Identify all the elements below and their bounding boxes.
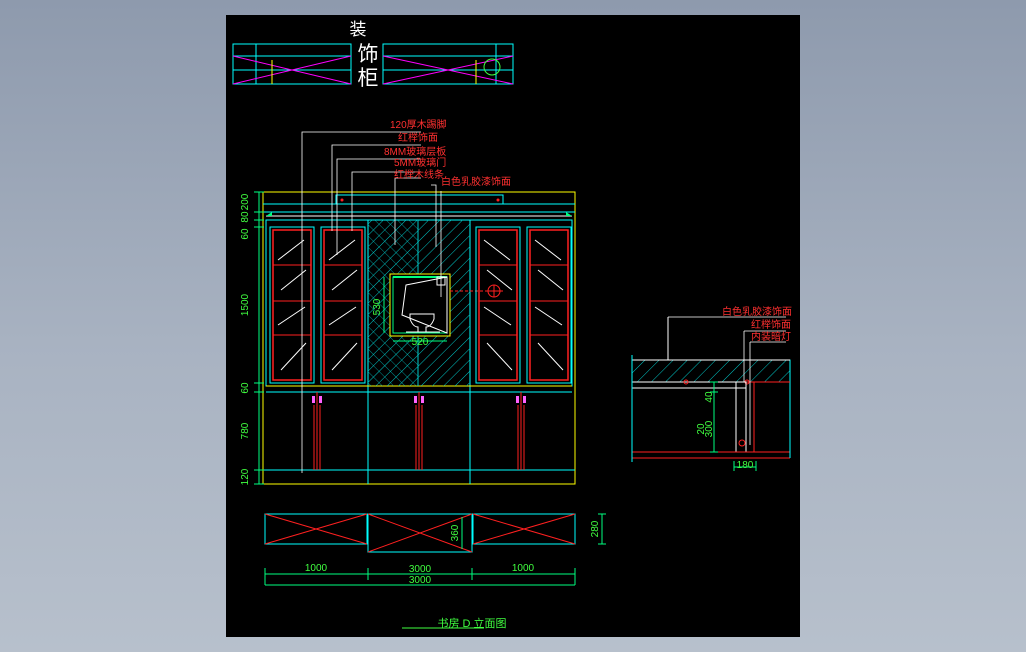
callout-section-2: 红榉饰面 bbox=[751, 318, 791, 331]
plan-side-label: 280 bbox=[590, 520, 601, 537]
cad-drawing-canvas[interactable]: 装 饰 柜 530 520 120厚木踢脚 红榉饰面 8MM玻璃层板 5MM玻璃… bbox=[226, 15, 800, 637]
dim-v-120: 120 bbox=[240, 468, 251, 485]
callout-main-2: 红榉饰面 bbox=[398, 131, 438, 144]
section-dim-180: 180 bbox=[737, 460, 754, 471]
section-dim-20: 20 bbox=[696, 423, 707, 435]
dim-v-60-top: 60 bbox=[240, 228, 251, 240]
callout-main-3: 8MM玻璃层板 bbox=[384, 145, 446, 158]
lower-doors bbox=[312, 392, 526, 470]
callout-main-4: 5MM玻璃门 bbox=[394, 156, 446, 169]
plan-depth-label: 360 bbox=[450, 524, 461, 541]
title-char-1: 装 bbox=[350, 20, 367, 40]
section-dim-40: 40 bbox=[704, 391, 715, 403]
niche-width-label: 520 bbox=[412, 337, 429, 348]
dim-h-right: 1000 bbox=[512, 563, 535, 574]
title-char-3: 柜 bbox=[358, 66, 379, 90]
niche-height-label: 530 bbox=[372, 298, 383, 315]
dim-v-1500: 1500 bbox=[240, 293, 251, 316]
dim-v-80: 80 bbox=[240, 211, 251, 223]
glass-door-left-2 bbox=[320, 226, 366, 384]
dim-v-60-mid: 60 bbox=[240, 382, 251, 394]
callout-main-5: 红榉木线条 bbox=[394, 168, 444, 181]
dim-h-left: 1000 bbox=[305, 563, 328, 574]
bottom-plan: 360 280 bbox=[264, 513, 606, 553]
main-elevation: 530 520 bbox=[262, 131, 576, 485]
glass-door-left-1 bbox=[269, 226, 315, 384]
glass-door-right-2 bbox=[526, 226, 572, 384]
title-char-2: 饰 bbox=[358, 42, 379, 66]
callout-main-6: 白色乳胶漆饰面 bbox=[441, 175, 511, 188]
vertical-dimensions: 200 80 60 1500 60 780 120 bbox=[240, 191, 264, 485]
top-plan: 装 饰 柜 bbox=[232, 20, 514, 90]
callout-section-3: 内装暗灯 bbox=[751, 330, 791, 343]
dim-v-200: 200 bbox=[240, 193, 251, 210]
dim-h-total: 3000 bbox=[409, 575, 432, 586]
callout-section-1: 白色乳胶漆饰面 bbox=[722, 305, 792, 318]
dim-h-middle: 3000 bbox=[409, 564, 432, 575]
section-detail: 白色乳胶漆饰面 红榉饰面 内装暗灯 40 300 20 180 bbox=[631, 305, 792, 471]
main-callouts: 120厚木踢脚 红榉饰面 8MM玻璃层板 5MM玻璃门 红榉木线条 白色乳胶漆饰… bbox=[384, 118, 511, 188]
callout-main-1: 120厚木踢脚 bbox=[390, 118, 447, 131]
dim-v-780: 780 bbox=[240, 422, 251, 439]
horizontal-dimensions: 1000 3000 1000 3000 bbox=[264, 563, 576, 586]
glass-door-right-1 bbox=[475, 226, 521, 384]
